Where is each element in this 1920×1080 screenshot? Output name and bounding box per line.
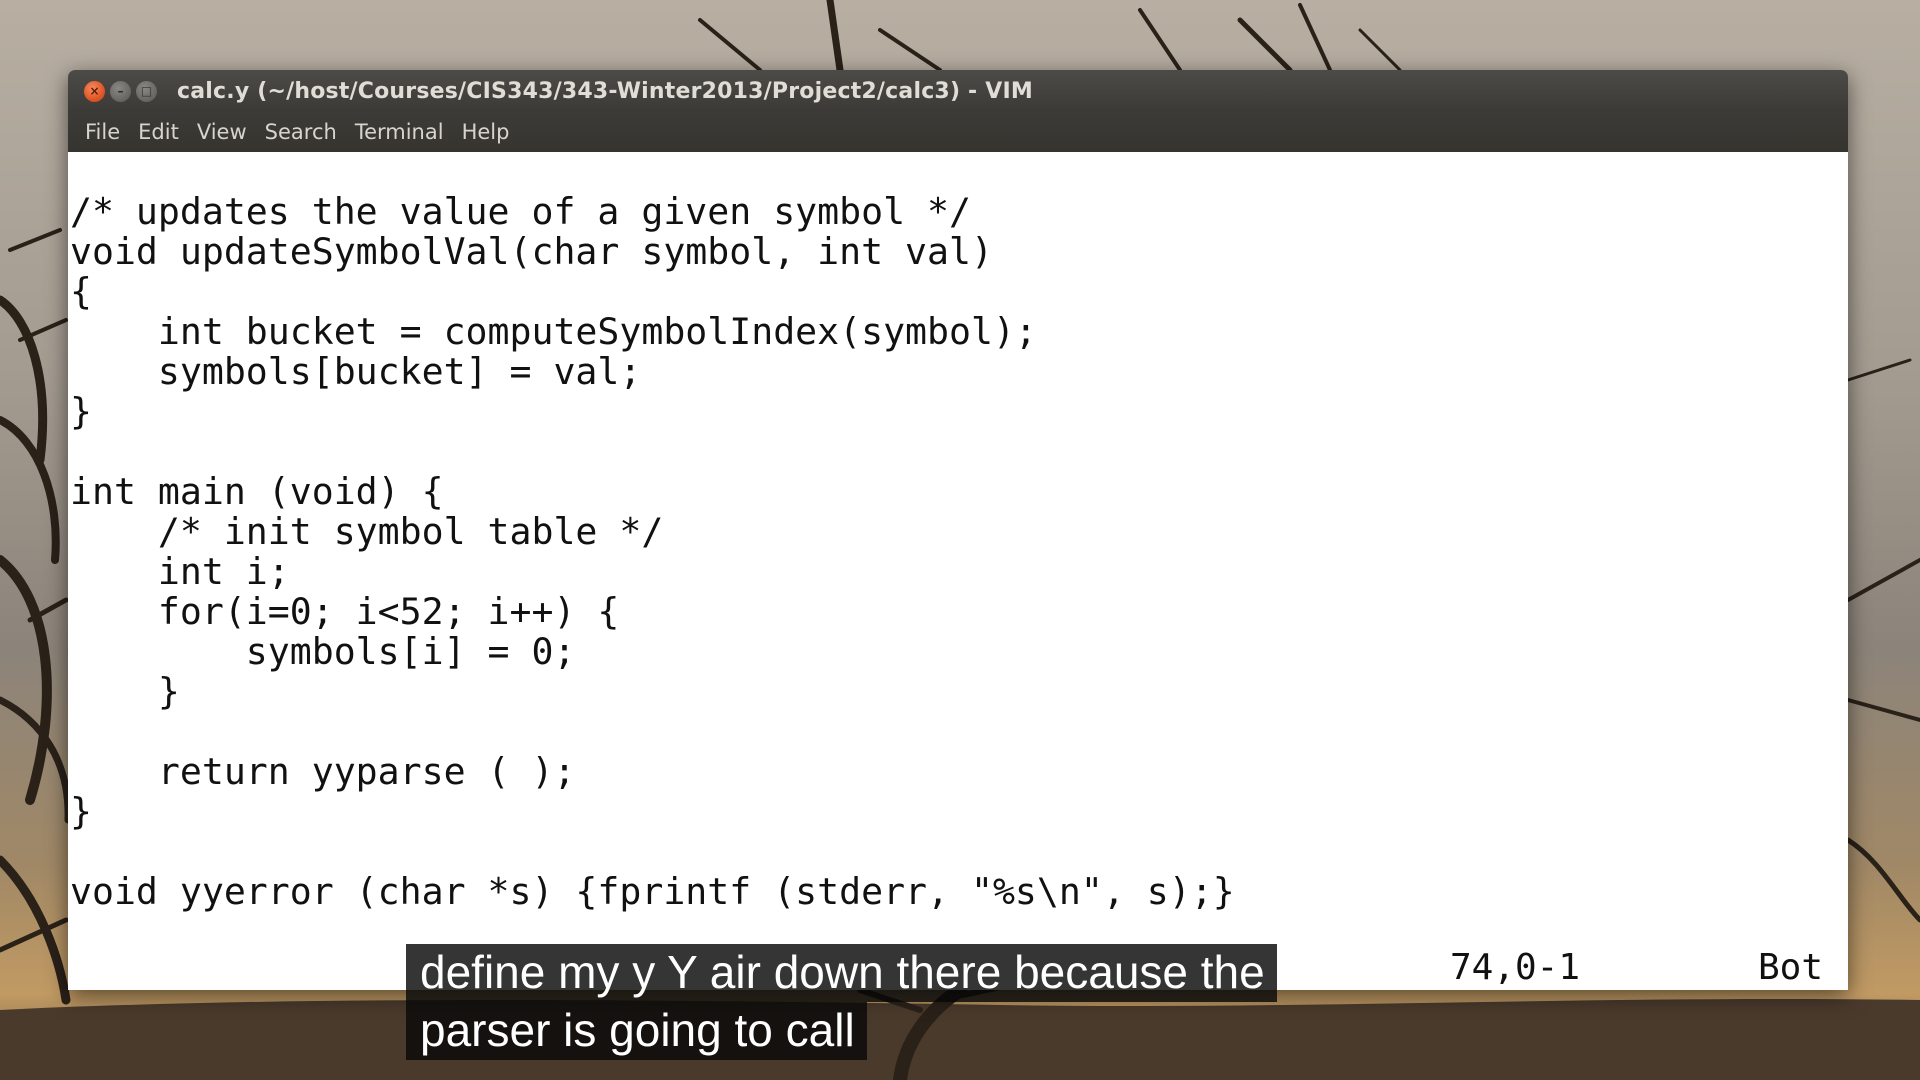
code-line: void yyerror (char *s) {fprintf (stderr,… <box>70 870 1235 913</box>
cursor-position: 74,0-1 <box>1449 947 1580 988</box>
close-icon: × <box>89 84 100 98</box>
code-line: } <box>70 390 92 433</box>
menu-bar: File Edit View Search Terminal Help <box>68 112 1848 152</box>
code-line: int bucket = computeSymbolIndex(symbol); <box>70 310 1037 353</box>
code-line: void updateSymbolVal(char symbol, int va… <box>70 230 993 273</box>
code-buffer[interactable]: /* updates the value of a given symbol *… <box>70 192 1235 912</box>
menu-search[interactable]: Search <box>256 120 346 144</box>
code-line: /* updates the value of a given symbol *… <box>70 190 971 233</box>
caption-line: parser is going to call <box>406 1002 867 1060</box>
code-line: int main (void) { <box>70 470 444 513</box>
minimize-window-button[interactable]: – <box>110 80 131 102</box>
menu-terminal[interactable]: Terminal <box>346 120 453 144</box>
window-controls: × – □ <box>84 80 157 102</box>
code-line: symbols[i] = 0; <box>70 630 576 673</box>
menu-edit[interactable]: Edit <box>129 120 188 144</box>
scroll-indicator: Bot <box>1757 947 1823 988</box>
caption-line: define my y Y air down there because the <box>406 944 1277 1002</box>
menu-file[interactable]: File <box>76 120 129 144</box>
video-caption: define my y Y air down there because the… <box>406 944 1277 1060</box>
code-line: } <box>70 670 180 713</box>
terminal-window: × – □ calc.y (~/host/Courses/CIS343/343-… <box>68 70 1848 990</box>
close-window-button[interactable]: × <box>84 80 105 102</box>
menu-view[interactable]: View <box>188 120 256 144</box>
minimize-icon: – <box>117 84 124 98</box>
window-titlebar[interactable]: × – □ calc.y (~/host/Courses/CIS343/343-… <box>68 70 1848 112</box>
code-line: } <box>70 790 92 833</box>
maximize-window-button[interactable]: □ <box>136 80 157 102</box>
menu-help[interactable]: Help <box>453 120 519 144</box>
code-line: /* init symbol table */ <box>70 510 664 553</box>
vim-editor[interactable]: /* updates the value of a given symbol *… <box>68 152 1848 990</box>
window-title: calc.y (~/host/Courses/CIS343/343-Winter… <box>177 78 1033 104</box>
maximize-icon: □ <box>140 84 153 98</box>
code-line: for(i=0; i<52; i++) { <box>70 590 620 633</box>
code-line: int i; <box>70 550 290 593</box>
code-line: symbols[bucket] = val; <box>70 350 642 393</box>
code-line: { <box>70 270 92 313</box>
code-line: return yyparse ( ); <box>70 750 576 793</box>
